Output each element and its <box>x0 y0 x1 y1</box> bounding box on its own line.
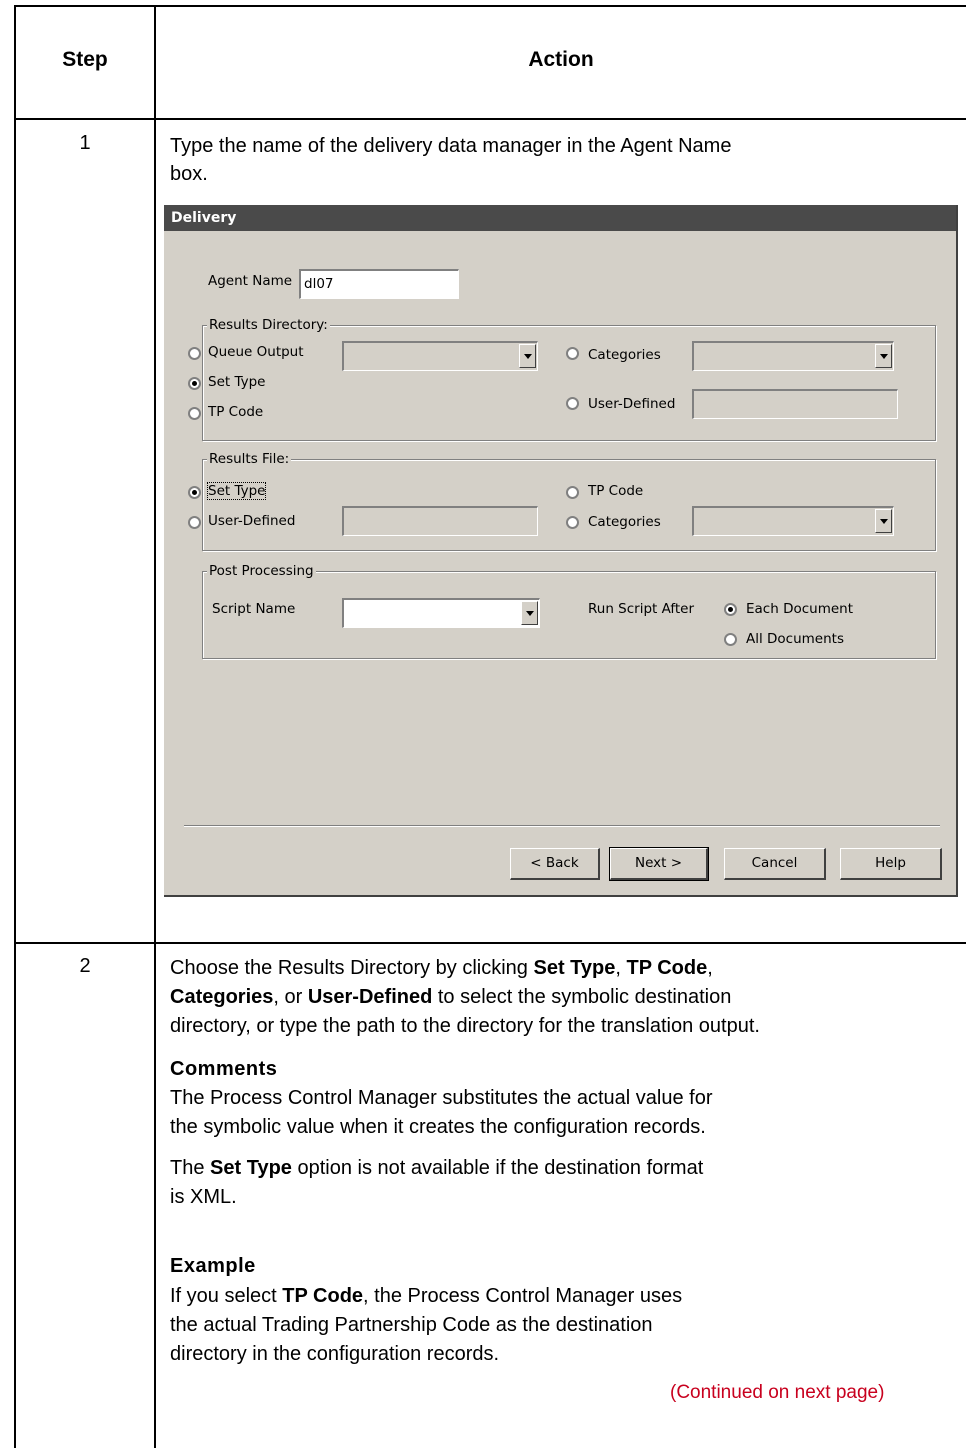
rf-tp-code-label: TP Code <box>588 483 644 499</box>
rf-categories-radio[interactable] <box>566 516 579 529</box>
pp-all-documents-label: All Documents <box>746 631 845 647</box>
back-button[interactable]: < Back <box>510 848 600 880</box>
dialog-title: Delivery <box>164 205 956 231</box>
results-file-legend: Results File: <box>207 451 292 467</box>
step-2-line-1: Choose the Results Directory by clicking… <box>170 957 713 979</box>
step-1-line-2: box. <box>170 163 208 185</box>
results-directory-legend: Results Directory: <box>207 317 330 333</box>
chevron-down-icon[interactable] <box>519 344 536 368</box>
step-number: 2 <box>79 955 91 977</box>
agent-name-label: Agent Name <box>208 273 293 289</box>
pp-each-document-radio[interactable] <box>724 603 737 616</box>
results-file-group: Results File: <box>202 451 936 551</box>
step-1-text: Type the name of the delivery data manag… <box>170 132 950 188</box>
rd-set-type-radio[interactable] <box>188 377 201 390</box>
rd-tp-code-label: TP Code <box>208 404 264 420</box>
rf-set-type-label: Set Type <box>206 482 267 500</box>
chevron-down-icon[interactable] <box>521 601 538 625</box>
rd-queue-output-dropdown[interactable] <box>342 341 538 371</box>
step-2-line-3: directory, or type the path to the direc… <box>170 1015 760 1037</box>
rd-user-defined-label: User-Defined <box>588 396 676 412</box>
rd-user-defined-input[interactable] <box>692 389 898 419</box>
pp-all-documents-radio[interactable] <box>724 633 737 646</box>
run-script-after-label: Run Script After <box>588 601 695 617</box>
agent-name-input[interactable]: dl07 <box>299 269 459 299</box>
step-2-cell: 2 <box>16 955 154 978</box>
help-button[interactable]: Help <box>840 848 942 880</box>
step-1-line-1: Type the name of the delivery data manag… <box>170 135 732 157</box>
header-action: Action <box>528 48 594 71</box>
script-name-label: Script Name <box>212 601 296 617</box>
rd-tp-code-radio[interactable] <box>188 407 201 420</box>
rd-categories-dropdown[interactable] <box>692 341 894 371</box>
step-number: 1 <box>79 132 91 154</box>
rf-user-defined-label: User-Defined <box>208 513 296 529</box>
example-heading: Example <box>170 1255 256 1277</box>
continued-link[interactable]: (Continued on next page) <box>670 1379 884 1407</box>
step-2-line-2: Categories, or User-Defined to select th… <box>170 986 732 1008</box>
step-1-cell: 1 <box>16 132 154 155</box>
post-processing-legend: Post Processing <box>207 563 316 579</box>
step-2-text: Choose the Results Directory by clicking… <box>170 954 960 1041</box>
rd-queue-output-label: Queue Output <box>208 344 304 360</box>
rf-tp-code-radio[interactable] <box>566 486 579 499</box>
rf-categories-dropdown[interactable] <box>692 506 894 536</box>
rf-user-defined-input[interactable] <box>342 506 538 536</box>
pp-each-document-label: Each Document <box>746 601 854 617</box>
button-separator <box>184 825 940 827</box>
rd-categories-label: Categories <box>588 347 661 363</box>
table-header-rule <box>14 118 966 120</box>
script-name-dropdown[interactable] <box>342 598 540 628</box>
cancel-button[interactable]: Cancel <box>724 848 826 880</box>
table-column-divider <box>154 5 156 1448</box>
set-type-note: The Set Type option is not available if … <box>170 1157 704 1208</box>
rd-categories-radio[interactable] <box>566 347 579 360</box>
table-border-top <box>14 5 966 7</box>
rd-set-type-label: Set Type <box>208 374 266 390</box>
rd-queue-output-radio[interactable] <box>188 347 201 360</box>
comments-text: The Process Control Manager substitutes … <box>170 1087 713 1138</box>
next-button[interactable]: Next > <box>609 847 709 881</box>
chevron-down-icon[interactable] <box>875 509 892 533</box>
delivery-dialog: Delivery Agent Name dl07 Results Directo… <box>164 205 958 897</box>
example-text: If you select TP Code, the Process Contr… <box>170 1285 683 1365</box>
rf-categories-label: Categories <box>588 514 661 530</box>
rf-user-defined-radio[interactable] <box>188 516 201 529</box>
rf-set-type-radio[interactable] <box>188 486 201 499</box>
table-row-rule <box>14 942 966 944</box>
rd-user-defined-radio[interactable] <box>566 397 579 410</box>
header-step: Step <box>62 48 108 71</box>
table-border-left <box>14 5 16 1448</box>
chevron-down-icon[interactable] <box>875 344 892 368</box>
comments-heading: Comments <box>170 1058 278 1080</box>
